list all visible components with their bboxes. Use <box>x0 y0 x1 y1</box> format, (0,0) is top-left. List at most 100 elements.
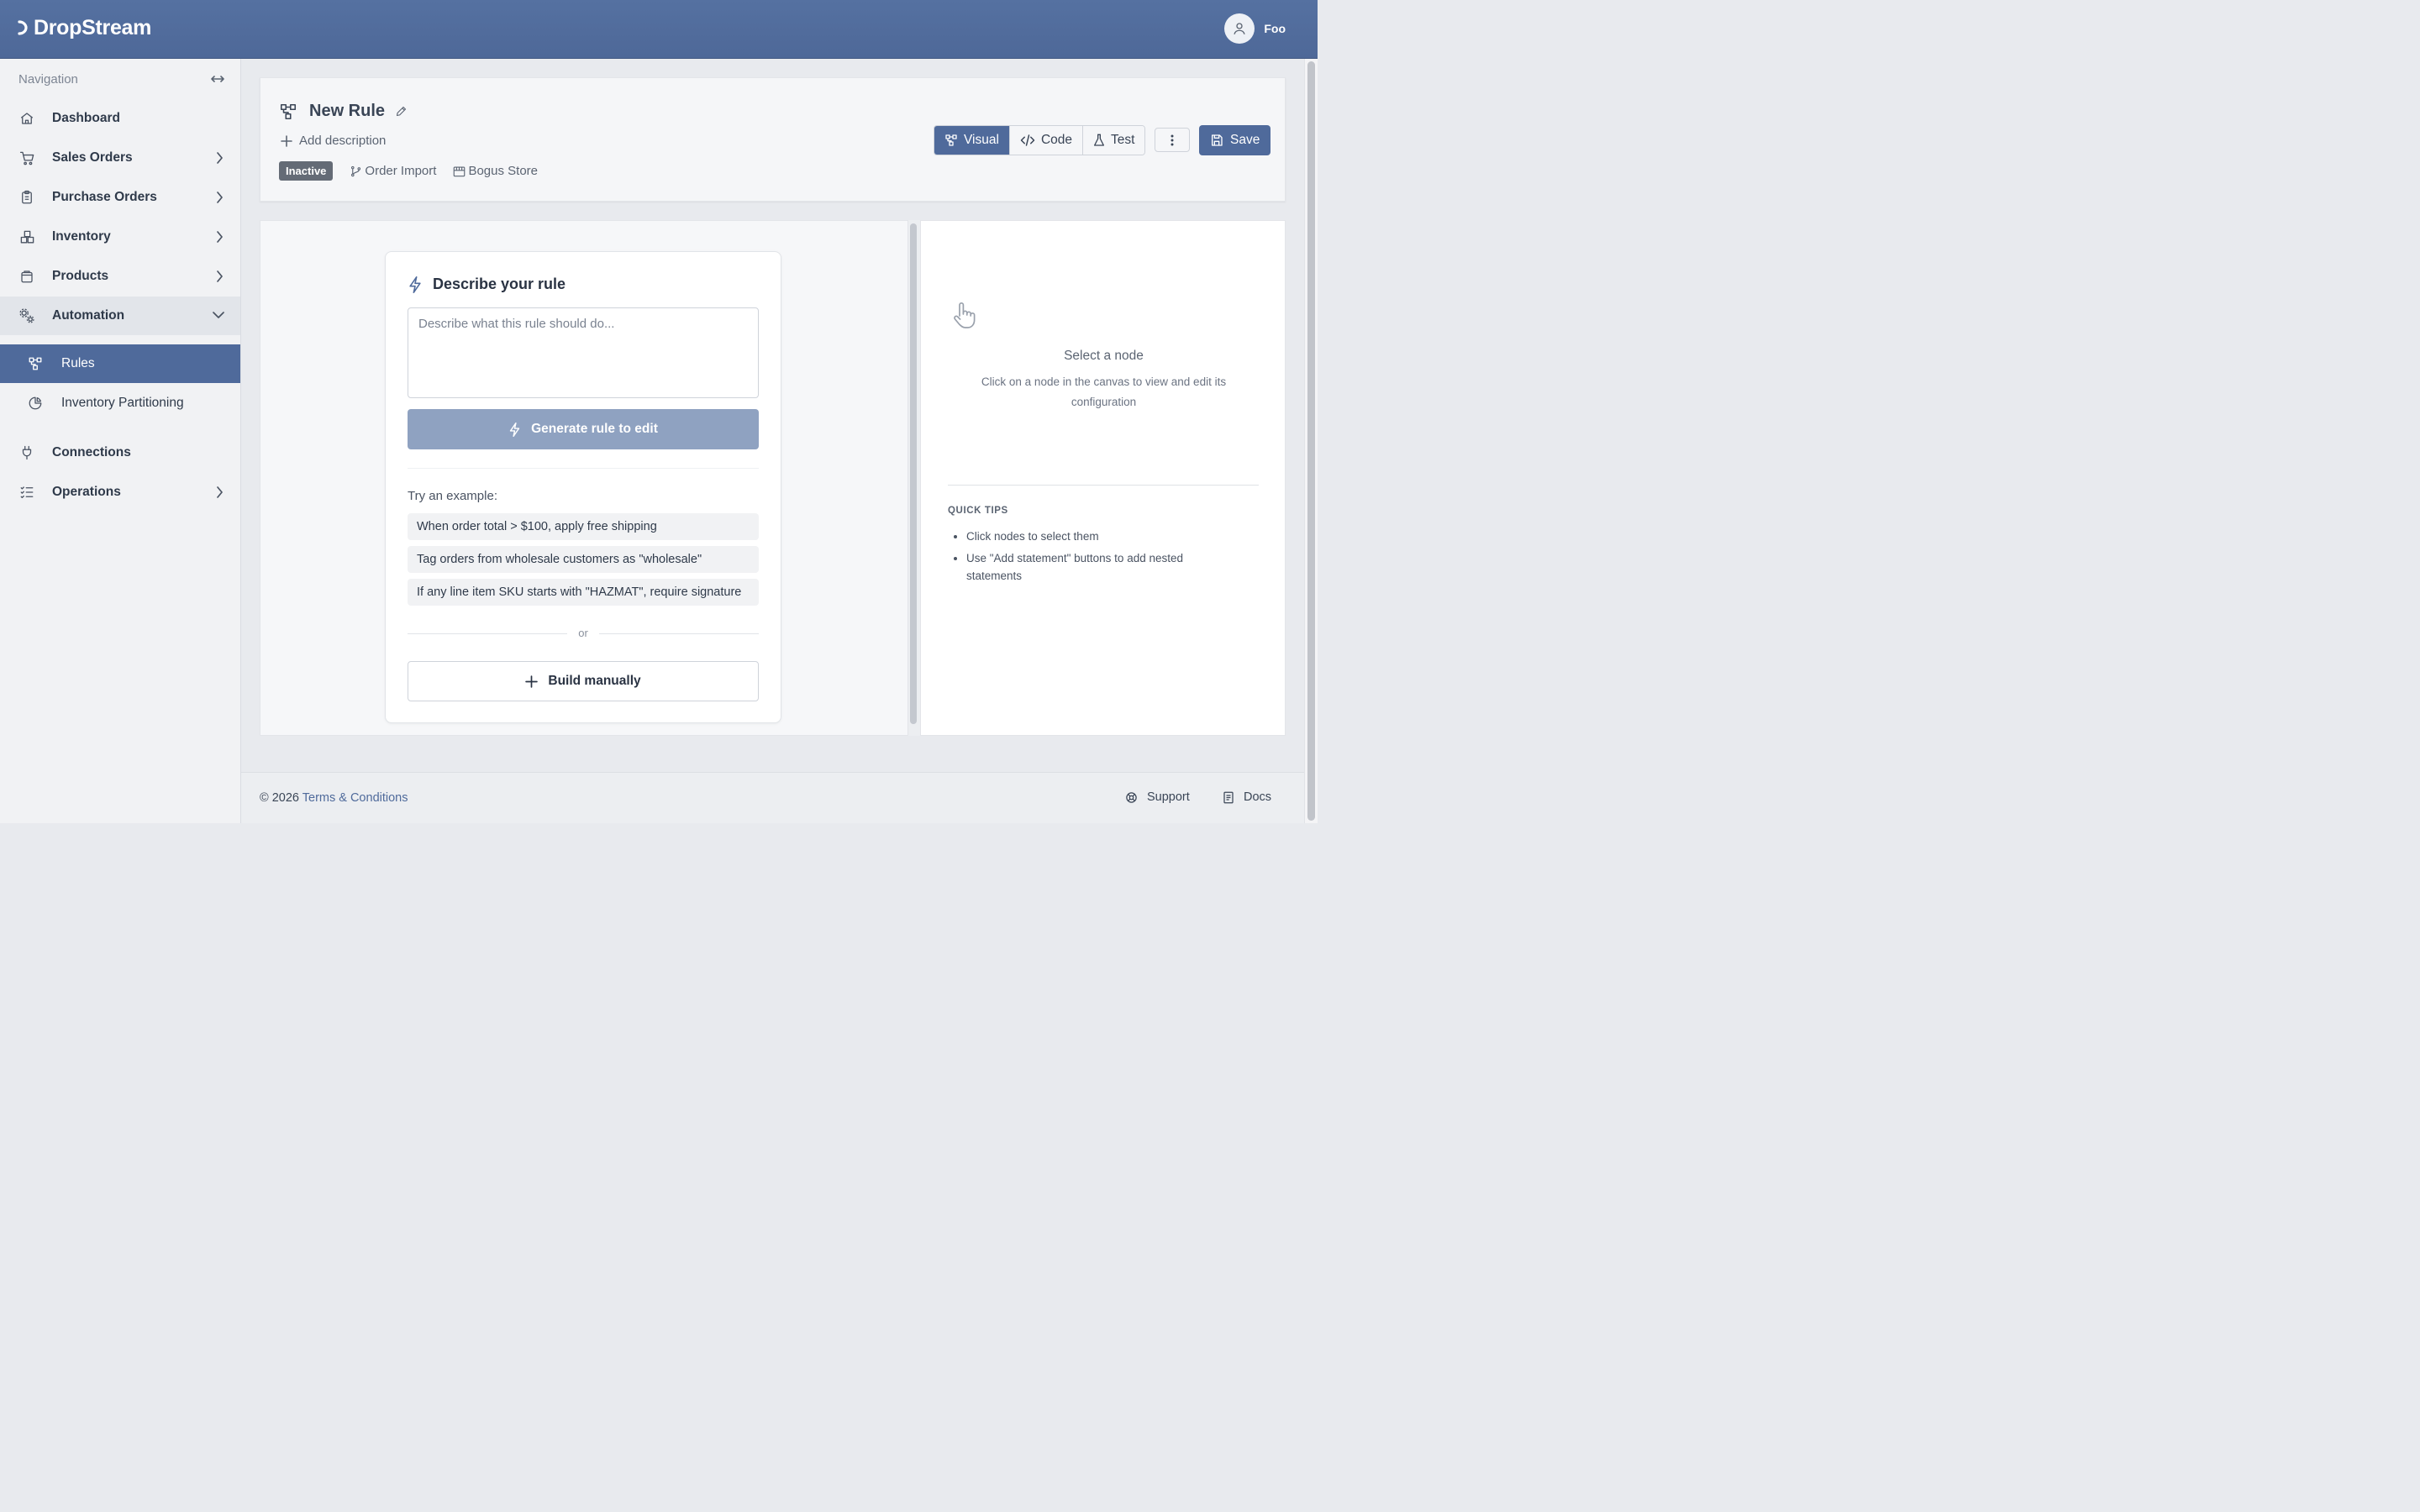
top-bar: DropStream Foo <box>0 0 1318 59</box>
plus-icon <box>281 134 292 147</box>
chevron-right-icon <box>217 270 223 282</box>
workflow-icon <box>280 103 297 119</box>
card-title: Describe your rule <box>408 276 566 293</box>
pie-chart-icon <box>29 396 42 410</box>
sidebar-item-label: Operations <box>52 485 121 499</box>
store-meta: Bogus Store <box>453 164 538 178</box>
chevron-right-icon <box>217 152 223 164</box>
gears-icon <box>19 308 34 323</box>
more-options-button[interactable] <box>1155 128 1190 152</box>
cart-icon <box>19 151 34 165</box>
example-item[interactable]: When order total > $100, apply free ship… <box>408 513 759 540</box>
code-tab[interactable]: Code <box>1009 126 1083 155</box>
chevron-down-icon <box>213 312 224 318</box>
sidebar-item-operations[interactable]: Operations <box>0 473 240 512</box>
describe-rule-card: Describe your rule Describe what this ru… <box>385 251 781 723</box>
workflow-icon <box>945 134 957 146</box>
user-menu[interactable]: Foo <box>1224 13 1286 44</box>
footer: © 2026 Terms & Conditions Support Docs <box>241 772 1304 823</box>
sidebar-item-dashboard[interactable]: Dashboard <box>0 99 240 138</box>
home-icon <box>20 113 34 124</box>
view-mode-toggle: Visual Code Test <box>934 125 1146 155</box>
user-icon <box>1234 23 1245 34</box>
pointer-hand-icon <box>954 302 976 328</box>
sidebar-item-sales-orders[interactable]: Sales Orders <box>0 139 240 177</box>
sidebar-item-inventory-partitioning[interactable]: Inventory Partitioning <box>0 384 240 423</box>
try-example-label: Try an example: <box>408 489 497 503</box>
kebab-menu-icon <box>1171 134 1174 145</box>
sidebar-item-purchase-orders[interactable]: Purchase Orders <box>0 178 240 217</box>
build-manually-label: Build manually <box>548 674 641 688</box>
sidebar-item-inventory[interactable]: Inventory <box>0 218 240 256</box>
rule-title-row: New Rule <box>279 102 408 121</box>
page-title: New Rule <box>309 102 386 120</box>
tip-item: Click nodes to select them <box>966 528 1235 545</box>
clipboard-icon <box>22 190 32 204</box>
docs-link[interactable]: Docs <box>1223 790 1271 804</box>
quick-tips-list: Click nodes to select them Use "Add stat… <box>966 528 1235 589</box>
app-logo[interactable]: DropStream <box>17 14 151 41</box>
collapse-sidebar-icon[interactable] <box>210 74 225 84</box>
chevron-right-icon <box>217 192 223 203</box>
sidebar-item-label: Dashboard <box>52 111 120 125</box>
store-label: Bogus Store <box>468 164 539 178</box>
generate-rule-label: Generate rule to edit <box>531 422 658 436</box>
add-description-label: Add description <box>299 134 387 148</box>
navigation-header: Navigation <box>18 71 225 87</box>
lifebuoy-icon <box>1126 791 1137 803</box>
sidebar-item-label: Automation <box>52 308 125 323</box>
plus-icon <box>525 675 539 688</box>
quick-tips-heading: QUICK TIPS <box>948 506 1008 516</box>
sidebar-item-automation[interactable]: Automation <box>0 297 240 335</box>
support-link[interactable]: Support <box>1125 790 1190 804</box>
example-text: If any line item SKU starts with "HAZMAT… <box>417 585 742 599</box>
trigger-meta: Order Import <box>350 164 436 178</box>
generate-rule-button[interactable]: Generate rule to edit <box>408 409 759 449</box>
build-manually-button[interactable]: Build manually <box>408 661 759 701</box>
visual-tab[interactable]: Visual <box>934 126 1010 155</box>
support-label: Support <box>1147 790 1190 804</box>
store-icon <box>454 165 466 176</box>
copyright: © 2026 Terms & Conditions <box>260 791 408 805</box>
plug-icon <box>22 445 32 460</box>
terms-link[interactable]: Terms & Conditions <box>302 791 408 805</box>
code-tab-label: Code <box>1040 133 1072 147</box>
sidebar-item-label: Sales Orders <box>52 150 133 165</box>
example-item[interactable]: Tag orders from wholesale customers as "… <box>408 546 759 573</box>
dropstream-logo-icon <box>18 20 28 35</box>
main-content: New Rule Add description Inactive Order … <box>241 59 1304 823</box>
save-button-label: Save <box>1230 133 1260 147</box>
rule-header: New Rule Add description Inactive Order … <box>260 77 1286 202</box>
avatar[interactable] <box>1224 13 1255 44</box>
status-badge: Inactive <box>279 161 334 181</box>
select-node-title: Select a node <box>1064 349 1144 363</box>
workflow-icon <box>29 357 42 370</box>
rule-meta: Inactive Order Import Bogus Store <box>279 161 555 181</box>
sidebar-item-label: Rules <box>61 356 95 370</box>
example-item[interactable]: If any line item SKU starts with "HAZMAT… <box>408 579 759 606</box>
add-description-button[interactable]: Add description <box>281 134 386 148</box>
sidebar-item-products[interactable]: Products <box>0 257 240 296</box>
sidebar: Navigation Dashboard Sales Orders Purcha… <box>0 59 241 823</box>
floppy-disk-icon <box>1212 134 1223 146</box>
sidebar-item-connections[interactable]: Connections <box>0 433 240 472</box>
node-config-panel: Select a node Click on a node in the can… <box>920 220 1286 736</box>
boxes-icon <box>20 230 34 244</box>
save-button[interactable]: Save <box>1199 125 1271 155</box>
code-icon <box>1020 134 1035 146</box>
trigger-label: Order Import <box>365 164 437 178</box>
test-tab-label: Test <box>1111 133 1135 147</box>
chevron-right-icon <box>217 486 223 498</box>
rule-description-input[interactable]: Describe what this rule should do... <box>408 307 759 398</box>
rule-canvas[interactable]: Describe your rule Describe what this ru… <box>260 220 908 736</box>
test-tab[interactable]: Test <box>1083 126 1145 155</box>
sidebar-item-label: Purchase Orders <box>52 190 157 204</box>
splitter-grip[interactable] <box>910 223 917 724</box>
sidebar-item-label: Products <box>52 269 109 283</box>
page-scrollbar-thumb[interactable] <box>1307 61 1315 821</box>
flask-icon <box>1093 134 1104 146</box>
sidebar-item-rules[interactable]: Rules <box>0 344 240 383</box>
sidebar-item-label: Inventory Partitioning <box>61 396 184 410</box>
lightning-icon <box>509 422 520 437</box>
edit-icon[interactable] <box>395 105 408 118</box>
